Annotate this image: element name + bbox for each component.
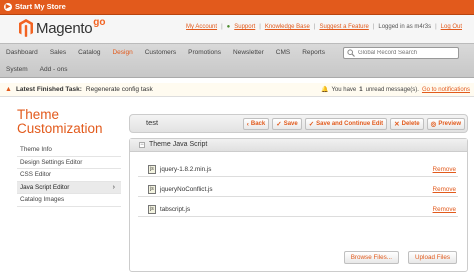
nav-item-promotions[interactable]: Promotions: [182, 44, 227, 61]
nav-item-customers[interactable]: Customers: [139, 44, 182, 61]
logged-in-text: Logged in as m4r3s: [378, 24, 432, 30]
nav-item-design[interactable]: Design: [106, 44, 138, 61]
preview-icon: ◎: [430, 121, 437, 128]
file-row: js jquery-1.8.2.min.js Remove: [138, 163, 458, 177]
sidebar-item-label: Design Settings Editor: [20, 158, 83, 166]
remove-file-link[interactable]: Remove: [433, 186, 456, 193]
sidebar-item-theme-info[interactable]: Theme Info: [17, 144, 121, 157]
file-name: jquery-1.8.2.min.js: [160, 166, 212, 173]
start-my-store-label: Start My Store: [15, 2, 66, 11]
sidebar-menu: Theme Info Design Settings Editor CSS Edit…: [17, 144, 121, 207]
sidebar-item-label: Theme Info: [20, 146, 52, 153]
nav-item-system[interactable]: System: [0, 62, 34, 78]
nav-item-catalog[interactable]: Catalog: [72, 44, 106, 61]
messages-prefix: You have: [331, 86, 357, 93]
nav-item-sales[interactable]: Sales: [44, 44, 72, 61]
sidebar-item-catalog-images[interactable]: Catalog Images: [17, 194, 121, 207]
main-nav: Dashboard Sales Catalog Design Customers Prom…: [0, 43, 474, 78]
browse-files-button[interactable]: Browse Files...: [343, 251, 399, 264]
back-button[interactable]: ‹ Back: [242, 118, 270, 130]
header: Magento go My Account | ● Support | Know…: [0, 15, 474, 43]
notifications-link[interactable]: Go to notifications: [422, 87, 470, 93]
save-icon: ✓: [276, 121, 282, 128]
logo-text: Magento: [36, 19, 93, 37]
magento-logo[interactable]: Magento go: [19, 16, 106, 37]
sidebar-item-java-script-editor[interactable]: Java Script Editor ›: [17, 181, 121, 194]
nav-item-add-ons[interactable]: Add - ons: [34, 62, 74, 78]
collapse-icon[interactable]: −: [139, 142, 145, 148]
nav-item-reports[interactable]: Reports: [296, 44, 331, 61]
suggest-feature-link[interactable]: Suggest a Feature: [319, 24, 368, 30]
theme-name-bar: test ‹ Back ✓ Save ✓ Save and Continue Edit…: [129, 114, 468, 133]
my-account-link[interactable]: My Account: [186, 24, 217, 30]
save-continue-icon: ✓: [308, 121, 315, 128]
sidebar-item-label: Java Script Editor: [20, 183, 70, 191]
latest-task-value: Regenerate config task: [85, 86, 153, 93]
messages-count: 1: [359, 86, 363, 93]
notice-bar: ▲ Latest Finished Task: Regenerate confi…: [0, 83, 474, 97]
nav-row-1: Dashboard Sales Catalog Design Customers Prom…: [0, 44, 331, 61]
back-arrow-icon: ‹: [246, 120, 249, 128]
start-my-store-link[interactable]: ▶ Start My Store: [4, 2, 66, 11]
top-bar: ▶ Start My Store: [0, 0, 474, 15]
save-button[interactable]: ✓ Save: [272, 118, 302, 130]
logo-go: go: [93, 16, 106, 28]
file-row: js tabscript.js Remove: [138, 203, 458, 217]
nav-item-newsletter[interactable]: Newsletter: [227, 44, 270, 61]
search-icon: [347, 49, 355, 57]
support-link[interactable]: Support: [234, 24, 255, 30]
preview-button[interactable]: ◎ Preview: [426, 118, 465, 130]
top-links: My Account | ● Support | Knowledge Base …: [186, 24, 462, 30]
file-name: jqueryNoConflict.js: [160, 186, 213, 193]
section-header[interactable]: − Theme Java Script: [130, 139, 467, 152]
js-file-icon: js: [148, 205, 156, 214]
magento-logo-icon: [19, 19, 33, 37]
main-content: test ‹ Back ✓ Save ✓ Save and Continue Edit…: [129, 114, 468, 272]
sidebar-title: Theme Customization: [17, 107, 103, 136]
nav-row-2: System Add - ons: [0, 62, 74, 78]
js-file-icon: js: [148, 185, 156, 194]
play-icon: ▶: [4, 2, 12, 11]
sidebar: Theme Customization Theme Info Design Set…: [17, 108, 121, 207]
remove-file-link[interactable]: Remove: [433, 206, 456, 213]
file-name: tabscript.js: [160, 206, 191, 213]
remove-file-link[interactable]: Remove: [433, 166, 456, 173]
nav-item-cms[interactable]: CMS: [270, 44, 296, 61]
save-continue-button[interactable]: ✓ Save and Continue Edit: [304, 118, 388, 130]
warning-icon: ▲: [5, 86, 12, 93]
delete-icon: ✕: [394, 121, 400, 128]
theme-name: test: [146, 118, 159, 127]
sidebar-item-design-settings-editor[interactable]: Design Settings Editor: [17, 157, 121, 169]
sidebar-item-css-editor[interactable]: CSS Editor: [17, 169, 121, 182]
file-row: js jqueryNoConflict.js Remove: [138, 183, 458, 197]
action-buttons: ‹ Back ✓ Save ✓ Save and Continue Edit ✕ Del…: [242, 118, 465, 130]
logout-link[interactable]: Log Out: [441, 24, 462, 30]
chevron-right-icon: ›: [112, 183, 115, 191]
file-list: js jquery-1.8.2.min.js Remove js jqueryNoCon…: [138, 163, 458, 223]
latest-task-label: Latest Finished Task:: [15, 86, 82, 93]
knowledge-base-link[interactable]: Knowledge Base: [265, 24, 310, 30]
nav-item-dashboard[interactable]: Dashboard: [0, 44, 44, 61]
js-file-icon: js: [148, 165, 156, 174]
delete-button[interactable]: ✕ Delete: [390, 118, 424, 130]
sidebar-item-label: Catalog Images: [20, 196, 65, 203]
bell-icon: 🔔: [320, 87, 329, 93]
search-input[interactable]: [358, 48, 456, 58]
messages-suffix: unread message(s).: [365, 86, 419, 93]
upload-files-button[interactable]: Upload Files: [408, 251, 457, 264]
support-globe-icon: ●: [226, 24, 231, 30]
sidebar-item-label: CSS Editor: [20, 171, 52, 178]
section-title: Theme Java Script: [149, 141, 208, 148]
global-search[interactable]: [343, 47, 459, 59]
theme-js-section: − Theme Java Script js jquery-1.8.2.min.j…: [129, 138, 468, 272]
